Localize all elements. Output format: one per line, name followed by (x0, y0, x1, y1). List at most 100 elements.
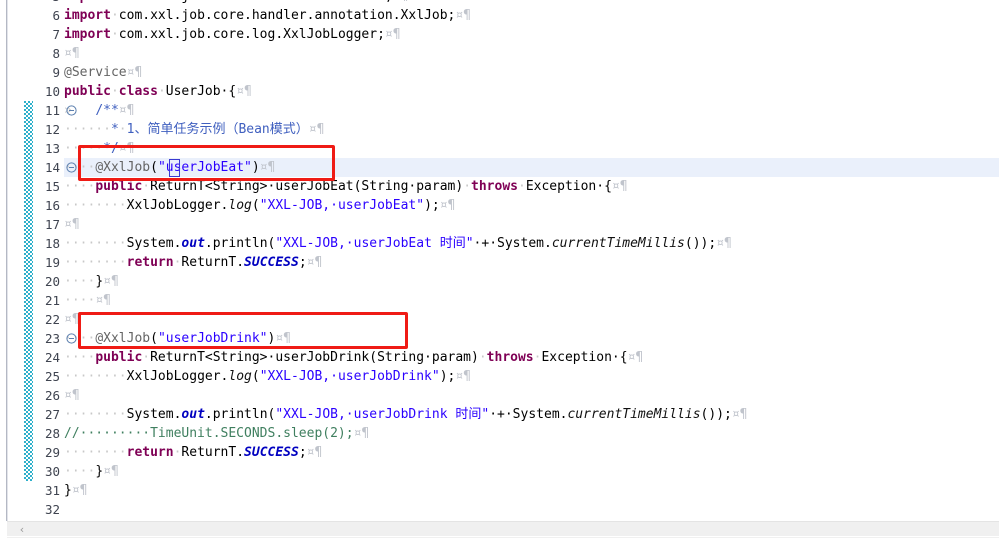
code-token: ( (251, 198, 260, 213)
code-line[interactable]: //·········TimeUnit.SECONDS.sleep(2);¤¶ (64, 424, 369, 443)
code-token: ···· (64, 179, 96, 194)
line-number: 15 (44, 179, 60, 194)
annotation-marker-ruler[interactable] (8, 0, 24, 521)
scrollbar-corner (0, 521, 7, 537)
code-token: ········ (64, 369, 127, 384)
code-line[interactable]: ·····*/¤¶ (64, 139, 134, 158)
code-token: · (463, 179, 472, 194)
code-line[interactable]: ····¤¶ (64, 291, 111, 310)
code-token: ) (251, 160, 260, 175)
code-token: ¤¶ (308, 122, 325, 137)
code-token: } (64, 483, 72, 498)
code-line[interactable]: ······*·1、简单任务示例（Bean模式）¤¶ (64, 120, 324, 139)
line-number: 24 (44, 350, 60, 365)
code-token: ·+·System. (473, 236, 552, 251)
code-token: ········ (64, 407, 127, 422)
code-line[interactable]: ····}¤¶ (64, 462, 119, 481)
line-number: 8 (52, 46, 60, 61)
code-token: ¤¶ (259, 160, 276, 175)
code-token: ( (251, 369, 260, 384)
code-token: currentTimeMillis (551, 236, 685, 251)
code-line[interactable]: }¤¶ (64, 481, 87, 500)
code-token: throws (471, 179, 518, 194)
code-token: out (181, 407, 205, 422)
fold-collapse-icon[interactable] (66, 333, 77, 344)
code-line[interactable]: import·com.xxl.job.core.handler.annotati… (64, 6, 471, 25)
code-editor[interactable]: import·com.xxl.job.core.biz.model.Return… (0, 0, 999, 538)
code-token: ········ (64, 236, 127, 251)
code-token: · (110, 84, 119, 99)
code-line[interactable]: ¤¶ (64, 44, 80, 63)
code-token: System. (126, 236, 182, 251)
code-token: 1、简单任务示例（Bean模式） (126, 122, 309, 137)
code-line[interactable]: ········XxlJobLogger.log("XXL-JOB,·userJ… (64, 367, 471, 386)
line-number: 9 (52, 65, 60, 80)
code-token: ReturnT<String>·userJobEat(String·param) (150, 179, 464, 194)
code-token: return (126, 255, 174, 270)
code-line[interactable]: ····}¤¶ (64, 272, 119, 291)
code-line[interactable]: ¤¶ (64, 386, 80, 405)
code-line[interactable]: ¤¶ (64, 310, 80, 329)
line-number: 11 (44, 103, 60, 118)
code-token: Exception·{ (525, 179, 612, 194)
code-token: System. (126, 407, 182, 422)
code-token: } (95, 464, 104, 479)
code-token: log (228, 198, 252, 213)
code-line[interactable]: ····@XxlJob("userJobDrink")¤¶ (64, 329, 291, 348)
code-token: ¤¶ (64, 388, 80, 403)
code-token: .println( (204, 236, 276, 251)
code-text-area[interactable]: import·com.xxl.job.core.biz.model.Return… (64, 0, 999, 521)
code-token: ···· (64, 274, 96, 289)
code-token: } (95, 274, 104, 289)
fold-collapse-icon[interactable] (66, 105, 77, 116)
code-token: · (110, 27, 119, 42)
line-number: 6 (52, 8, 60, 23)
code-token: ¤¶ (275, 331, 291, 346)
code-line[interactable]: ····@XxlJob("userJobEat")¤¶ (64, 158, 275, 177)
code-line[interactable]: @Service¤¶ (64, 63, 142, 82)
code-token: ¤¶ (118, 141, 135, 156)
code-token: ········ (64, 445, 127, 460)
code-token: ¤¶ (64, 46, 80, 61)
line-number: 23 (44, 331, 60, 346)
code-token: ¤¶ (716, 236, 732, 251)
code-line[interactable]: ········return·ReturnT.SUCCESS;¤¶ (64, 253, 322, 272)
code-token: ········ (64, 198, 127, 213)
code-token: //·········TimeUnit.SECONDS.sleep(2); (64, 426, 354, 441)
code-line[interactable]: ········System.out.println("XXL-JOB,·use… (64, 405, 748, 424)
code-token: · (118, 122, 127, 137)
code-token: ¤¶ (611, 179, 628, 194)
line-number: 17 (44, 217, 60, 232)
code-token: ¤¶ (306, 255, 323, 270)
code-line[interactable]: ········XxlJobLogger.log("XXL-JOB,·userJ… (64, 196, 455, 215)
code-token: log (228, 369, 252, 384)
code-token: ¤¶ (236, 84, 252, 99)
code-line[interactable]: ····public·ReturnT<String>·userJobDrink(… (64, 348, 643, 367)
code-token: ¤¶ (103, 464, 119, 479)
code-token: Exception·{ (541, 350, 628, 365)
code-token: ¤¶ (64, 217, 80, 232)
code-line[interactable]: ····public·ReturnT<String>·userJobEat(St… (64, 177, 628, 196)
line-number: 27 (44, 407, 60, 422)
code-token: ···· (64, 293, 96, 308)
code-line[interactable]: ········System.out.println("XXL-JOB,·use… (64, 234, 732, 253)
line-number: 20 (44, 274, 60, 289)
code-token: ········ (64, 255, 127, 270)
code-line[interactable]: public·class·UserJob·{¤¶ (64, 82, 252, 101)
code-line[interactable]: ¤¶ (64, 215, 80, 234)
code-token: @XxlJob (95, 160, 151, 175)
code-token: ¤¶ (306, 445, 323, 460)
code-line[interactable]: import·com.xxl.job.core.log.XxlJobLogger… (64, 25, 401, 44)
line-number: 21 (44, 293, 60, 308)
code-line[interactable]: ········return·ReturnT.SUCCESS;¤¶ (64, 443, 322, 462)
fold-collapse-icon[interactable] (66, 162, 77, 173)
line-number: 28 (44, 426, 60, 441)
code-token: "XXL-JOB,·userJobDrink" (259, 369, 440, 384)
code-token: public (64, 84, 111, 99)
code-token: com.xxl.job.core.biz.model.ReturnT; (119, 0, 393, 4)
scroll-left-arrow-icon[interactable]: ‹ (15, 523, 29, 537)
line-number: 16 (44, 198, 60, 213)
code-token: · (157, 84, 166, 99)
code-token: public (95, 350, 143, 365)
code-token: ¤¶ (353, 426, 370, 441)
